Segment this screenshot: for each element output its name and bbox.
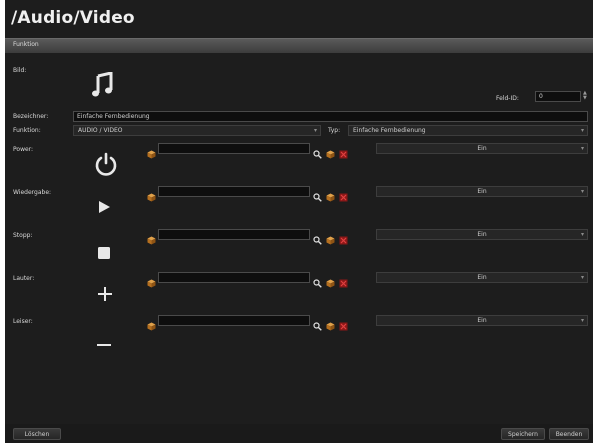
state-select[interactable]: Ein ▾ — [376, 186, 588, 197]
chevron-down-icon: ▾ — [580, 317, 584, 324]
cube-icon[interactable] — [326, 316, 335, 331]
chevron-down-icon: ▾ — [580, 231, 584, 238]
cube-icon[interactable] — [326, 187, 335, 202]
state-select-value: Ein — [477, 274, 487, 281]
cube-icon[interactable] — [147, 187, 156, 202]
quit-button[interactable]: Beenden — [549, 428, 589, 440]
feld-id-field[interactable]: 0 — [535, 91, 581, 102]
play-icon[interactable] — [97, 199, 111, 218]
state-select-value: Ein — [477, 145, 487, 152]
row-label: Power: — [13, 146, 34, 153]
feld-id-stepper[interactable]: ▲ ▼ — [583, 91, 587, 101]
cube-icon[interactable] — [147, 230, 156, 245]
section-label: Funktion — [13, 41, 39, 48]
command-field[interactable] — [158, 143, 310, 154]
command-field[interactable] — [158, 315, 310, 326]
state-select[interactable]: Ein ▾ — [376, 143, 588, 154]
chevron-down-icon: ▾ — [313, 127, 317, 134]
delete-button[interactable]: Löschen — [13, 428, 61, 440]
delete-icon[interactable] — [339, 316, 348, 331]
typ-select[interactable]: Einfache Fernbedienung ▾ — [348, 125, 588, 136]
row-label: Wiedergabe: — [13, 189, 52, 196]
typ-select-value: Einfache Fernbedienung — [353, 127, 426, 134]
typ-label: Typ: — [328, 127, 341, 134]
plus-icon[interactable] — [97, 286, 113, 306]
command-field[interactable] — [158, 272, 310, 283]
state-select-value: Ein — [477, 188, 487, 195]
command-field[interactable] — [158, 229, 310, 240]
state-select[interactable]: Ein ▾ — [376, 229, 588, 240]
state-select[interactable]: Ein ▾ — [376, 272, 588, 283]
cube-icon[interactable] — [147, 316, 156, 331]
cube-icon[interactable] — [326, 144, 335, 159]
state-select-value: Ein — [477, 231, 487, 238]
row-label: Stopp: — [13, 232, 33, 239]
delete-icon[interactable] — [339, 144, 348, 159]
funktion-select-value: AUDIO / VIDEO — [78, 127, 123, 134]
cube-icon[interactable] — [147, 273, 156, 288]
chevron-down-icon: ▾ — [580, 145, 584, 152]
stop-icon[interactable] — [97, 245, 111, 264]
chevron-down-icon: ▾ — [580, 188, 584, 195]
app-window: /Audio/Video Funktion Bild: Feld-ID: 0 ▲… — [5, 0, 593, 443]
delete-icon[interactable] — [339, 273, 348, 288]
command-field[interactable] — [158, 186, 310, 197]
chevron-down-icon: ▾ — [580, 127, 584, 134]
search-icon[interactable] — [313, 230, 322, 245]
chevron-down-icon: ▾ — [580, 274, 584, 281]
search-icon[interactable] — [313, 187, 322, 202]
save-button[interactable]: Speichern — [501, 428, 545, 440]
cube-icon[interactable] — [326, 230, 335, 245]
page-title: /Audio/Video — [11, 8, 135, 28]
search-icon[interactable] — [313, 316, 322, 331]
state-select-value: Ein — [477, 317, 487, 324]
search-icon[interactable] — [313, 273, 322, 288]
state-select[interactable]: Ein ▾ — [376, 315, 588, 326]
bezeichner-field[interactable]: Einfache Fernbedienung — [73, 111, 588, 122]
delete-icon[interactable] — [339, 230, 348, 245]
row-label: Leiser: — [13, 318, 33, 325]
feld-id-label: Feld-ID: — [496, 95, 519, 102]
funktion-select[interactable]: AUDIO / VIDEO ▾ — [73, 125, 321, 136]
bezeichner-label: Bezeichner: — [13, 113, 49, 120]
delete-icon[interactable] — [339, 187, 348, 202]
music-note-icon[interactable] — [92, 71, 114, 102]
bild-label: Bild: — [13, 67, 27, 74]
row-label: Lauter: — [13, 275, 35, 282]
power-icon[interactable] — [93, 151, 119, 181]
minus-icon[interactable] — [96, 333, 112, 352]
funktion-label: Funktion: — [13, 127, 41, 134]
search-icon[interactable] — [313, 144, 322, 159]
section-header: Funktion — [5, 38, 593, 53]
cube-icon[interactable] — [147, 144, 156, 159]
cube-icon[interactable] — [326, 273, 335, 288]
